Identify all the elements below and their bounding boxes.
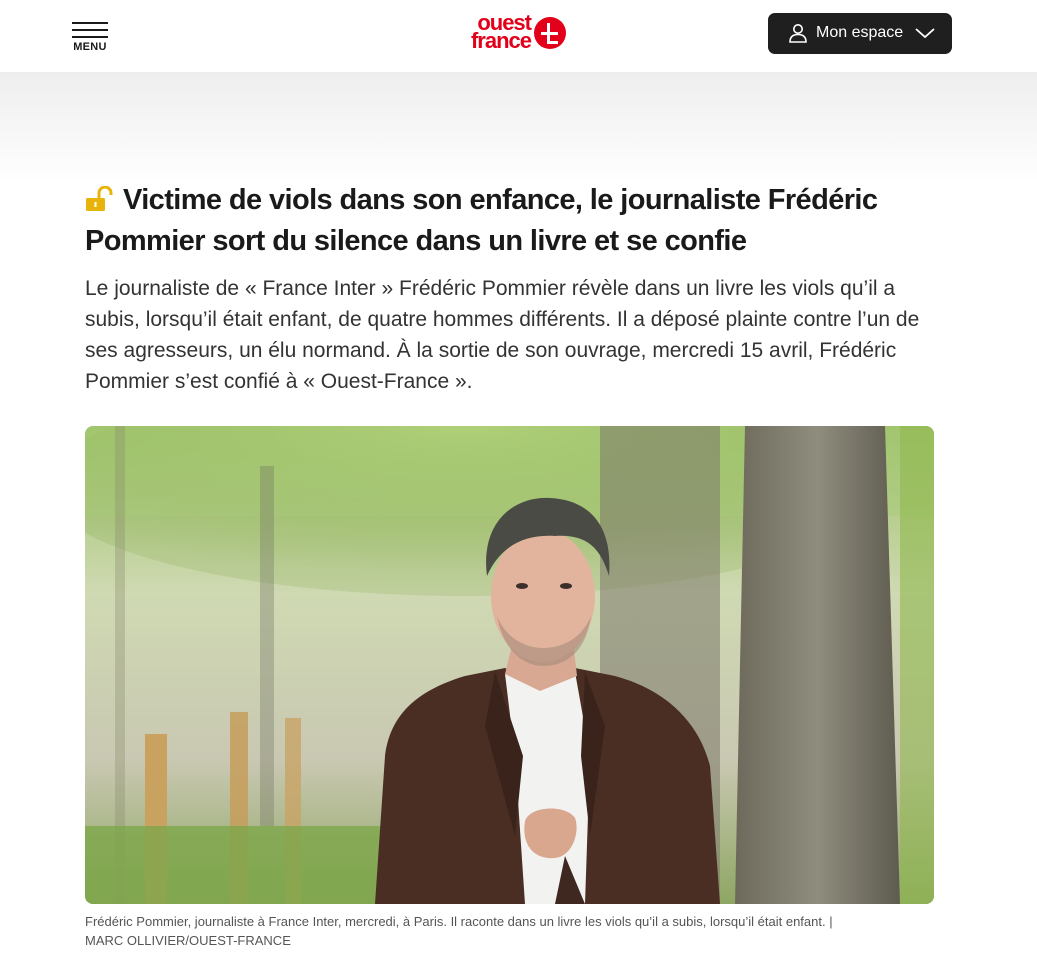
open-lock-icon: [86, 186, 113, 211]
hamburger-icon-bar: [72, 29, 108, 31]
headline-text: Victime de viols dans son enfance, le jo…: [85, 184, 878, 257]
photo-caption: Frédéric Pommier, journaliste à France I…: [85, 912, 945, 950]
article-headline: Victime de viols dans son enfance, le jo…: [85, 180, 945, 262]
logo-circle-icon: [534, 17, 566, 49]
site-header: MENU ouest france Mon espace: [0, 0, 1037, 73]
my-account-button[interactable]: Mon espace: [768, 13, 952, 54]
article-photo-image: [85, 426, 934, 904]
article-lead: Le journaliste de « France Inter » Frédé…: [85, 277, 920, 393]
menu-button[interactable]: MENU: [70, 20, 110, 56]
header-gradient-band: [0, 73, 1037, 183]
hamburger-icon: [72, 22, 108, 24]
my-account-label: Mon espace: [816, 24, 904, 41]
user-icon: [789, 24, 807, 43]
hamburger-icon-bar: [72, 36, 108, 38]
article-photo[interactable]: [85, 426, 934, 904]
logo-text: ouest france: [455, 12, 532, 53]
logo-line-2: france: [470, 28, 532, 53]
ouest-france-logo[interactable]: ouest france: [455, 12, 567, 56]
chevron-down-icon: [915, 28, 935, 39]
photo-credit: MARC OLLIVIER/OUEST-FRANCE: [85, 933, 291, 948]
photo-caption-text: Frédéric Pommier, journaliste à France I…: [85, 914, 833, 929]
menu-label: MENU: [73, 41, 107, 53]
